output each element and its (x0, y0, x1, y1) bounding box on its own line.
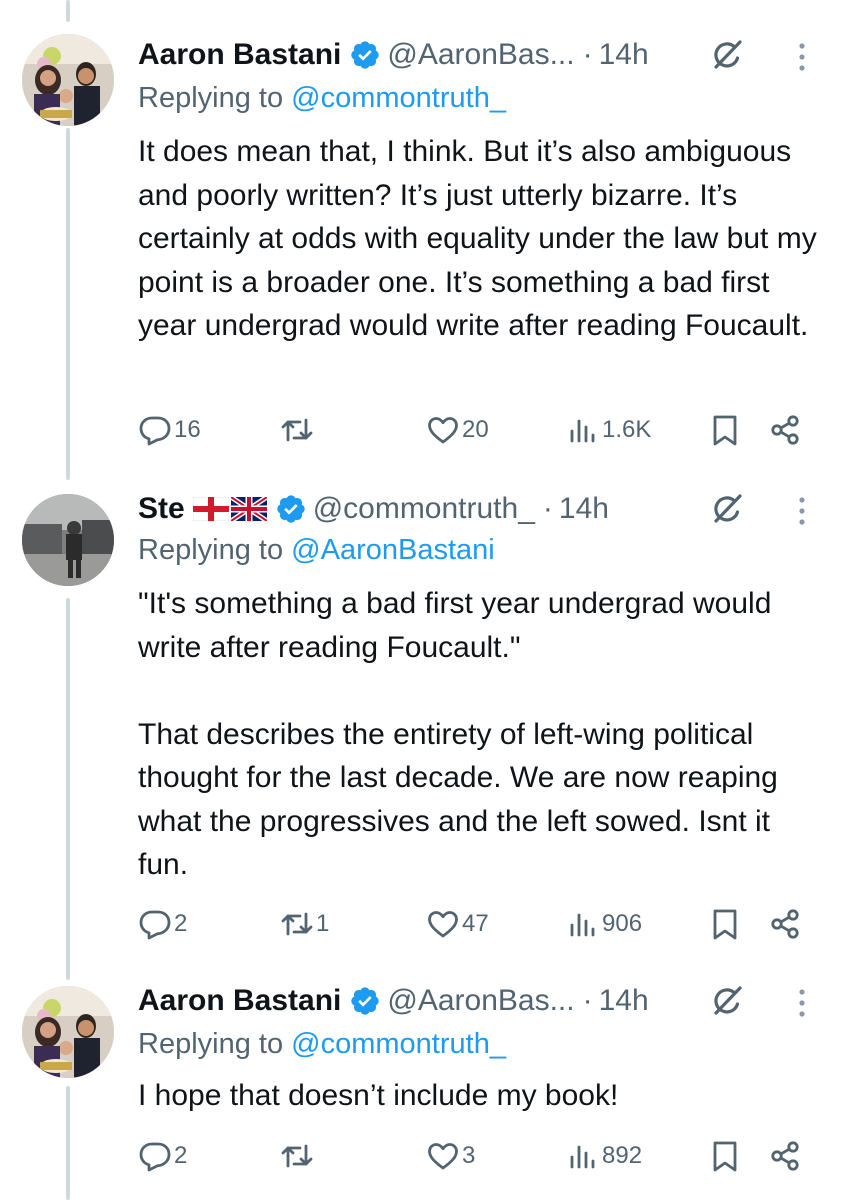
tweet[interactable]: Aaron Bastani @AaronBas... · 14h Replyin… (0, 0, 846, 478)
avatar[interactable] (22, 34, 114, 126)
like-count: 20 (462, 416, 489, 443)
retweet-icon (281, 1144, 313, 1168)
views-button[interactable]: 1.6K (566, 410, 651, 450)
tweet-header: Aaron Bastani @AaronBas... · 14h (138, 30, 649, 80)
replying-to-mention[interactable]: @commontruth_ (291, 1028, 506, 1060)
more-options-icon[interactable] (795, 40, 809, 74)
share-icon (771, 1141, 799, 1171)
replying-to-label: Replying to (138, 1028, 284, 1060)
reply-button[interactable]: 2 (138, 904, 187, 944)
replying-to: Replying to @commontruth_ (138, 82, 506, 115)
replying-to: Replying to @AaronBastani (138, 534, 495, 567)
retweet-button[interactable] (280, 410, 316, 450)
views-button[interactable]: 906 (566, 904, 642, 944)
views-icon (570, 419, 595, 443)
author-handle[interactable]: @AaronBas... (387, 38, 574, 72)
grok-icon[interactable] (708, 982, 746, 1020)
replying-to-mention[interactable]: @AaronBastani (291, 534, 495, 566)
more-options-icon[interactable] (795, 494, 809, 528)
reply-icon (139, 416, 171, 446)
retweet-icon (281, 912, 313, 936)
views-button[interactable]: 892 (566, 1136, 642, 1176)
timestamp[interactable]: 14h (559, 492, 609, 526)
author-handle[interactable]: @commontruth_ (313, 492, 535, 526)
like-icon (428, 417, 458, 444)
avatar[interactable] (22, 494, 114, 586)
retweet-icon (281, 418, 313, 442)
avatar[interactable] (22, 986, 114, 1078)
separator-dot: · (542, 492, 553, 525)
flag-england (192, 497, 229, 521)
more-options-icon[interactable] (795, 986, 809, 1020)
retweet-button[interactable]: 1 (280, 904, 329, 944)
author-name[interactable]: Ste (138, 492, 185, 526)
tweet-text: I hope that doesn’t include my book! (138, 1079, 619, 1112)
bookmark-icon (713, 1141, 737, 1172)
tweet-header: Ste @commontruth_ · 14h (138, 484, 609, 534)
like-button[interactable]: 3 (426, 1136, 475, 1176)
timestamp[interactable]: 14h (599, 38, 649, 72)
reply-button[interactable]: 2 (138, 1136, 187, 1176)
retweet-count: 1 (316, 910, 330, 937)
bookmark-button[interactable] (708, 904, 742, 944)
reply-icon (139, 910, 171, 940)
separator-dot: · (582, 984, 593, 1017)
tweet-text: "It's something a bad first year undergr… (138, 587, 778, 881)
share-button[interactable] (768, 410, 802, 450)
bookmark-button[interactable] (708, 1136, 742, 1176)
verified-badge-icon (275, 493, 307, 525)
like-button[interactable]: 20 (426, 410, 489, 450)
tweet[interactable]: Ste @commontruth_ · 14h Replying to @Aar… (0, 478, 846, 972)
author-name[interactable]: Aaron Bastani (138, 984, 341, 1018)
bookmark-icon (713, 415, 737, 446)
replying-to: Replying to @commontruth_ (138, 1028, 506, 1061)
profile-flags (192, 497, 267, 521)
reply-count: 2 (174, 1142, 188, 1169)
like-icon (428, 1143, 458, 1170)
author-name[interactable]: Aaron Bastani (138, 38, 341, 72)
like-count: 3 (462, 1142, 476, 1169)
retweet-button[interactable] (280, 1136, 316, 1176)
verified-badge-icon (349, 39, 381, 71)
tweet-text: It does mean that, I think. But it’s als… (138, 135, 826, 342)
share-button[interactable] (768, 1136, 802, 1176)
separator-dot: · (582, 38, 593, 71)
views-count: 1.6K (602, 416, 652, 443)
grok-icon[interactable] (708, 490, 746, 528)
replying-to-label: Replying to (138, 534, 284, 566)
share-icon (771, 909, 799, 939)
views-count: 906 (602, 910, 643, 937)
share-button[interactable] (768, 904, 802, 944)
timestamp[interactable]: 14h (599, 984, 649, 1018)
like-count: 47 (462, 910, 489, 937)
reply-count: 2 (174, 910, 188, 937)
replying-to-mention[interactable]: @commontruth_ (291, 82, 506, 114)
reply-count: 16 (174, 416, 201, 443)
tweet-actions: 2 3 892 (138, 1136, 818, 1176)
author-handle[interactable]: @AaronBas... (387, 984, 574, 1018)
bookmark-button[interactable] (708, 410, 742, 450)
tweet[interactable]: Aaron Bastani @AaronBas... · 14h Replyin… (0, 972, 846, 1200)
reply-icon (139, 1142, 171, 1172)
like-button[interactable]: 47 (426, 904, 489, 944)
views-icon (570, 1145, 595, 1169)
replying-to-label: Replying to (138, 82, 284, 114)
like-icon (428, 911, 458, 938)
views-count: 892 (602, 1142, 643, 1169)
flag-united-kingdom (230, 497, 267, 521)
tweet-actions: 16 20 1.6K (138, 410, 818, 450)
tweet-actions: 2 1 47 906 (138, 904, 818, 944)
reply-button[interactable]: 16 (138, 410, 201, 450)
share-icon (771, 415, 799, 445)
verified-badge-icon (349, 985, 381, 1017)
grok-icon[interactable] (708, 36, 746, 74)
bookmark-icon (713, 909, 737, 940)
tweet-header: Aaron Bastani @AaronBas... · 14h (138, 976, 649, 1026)
views-icon (570, 913, 595, 937)
